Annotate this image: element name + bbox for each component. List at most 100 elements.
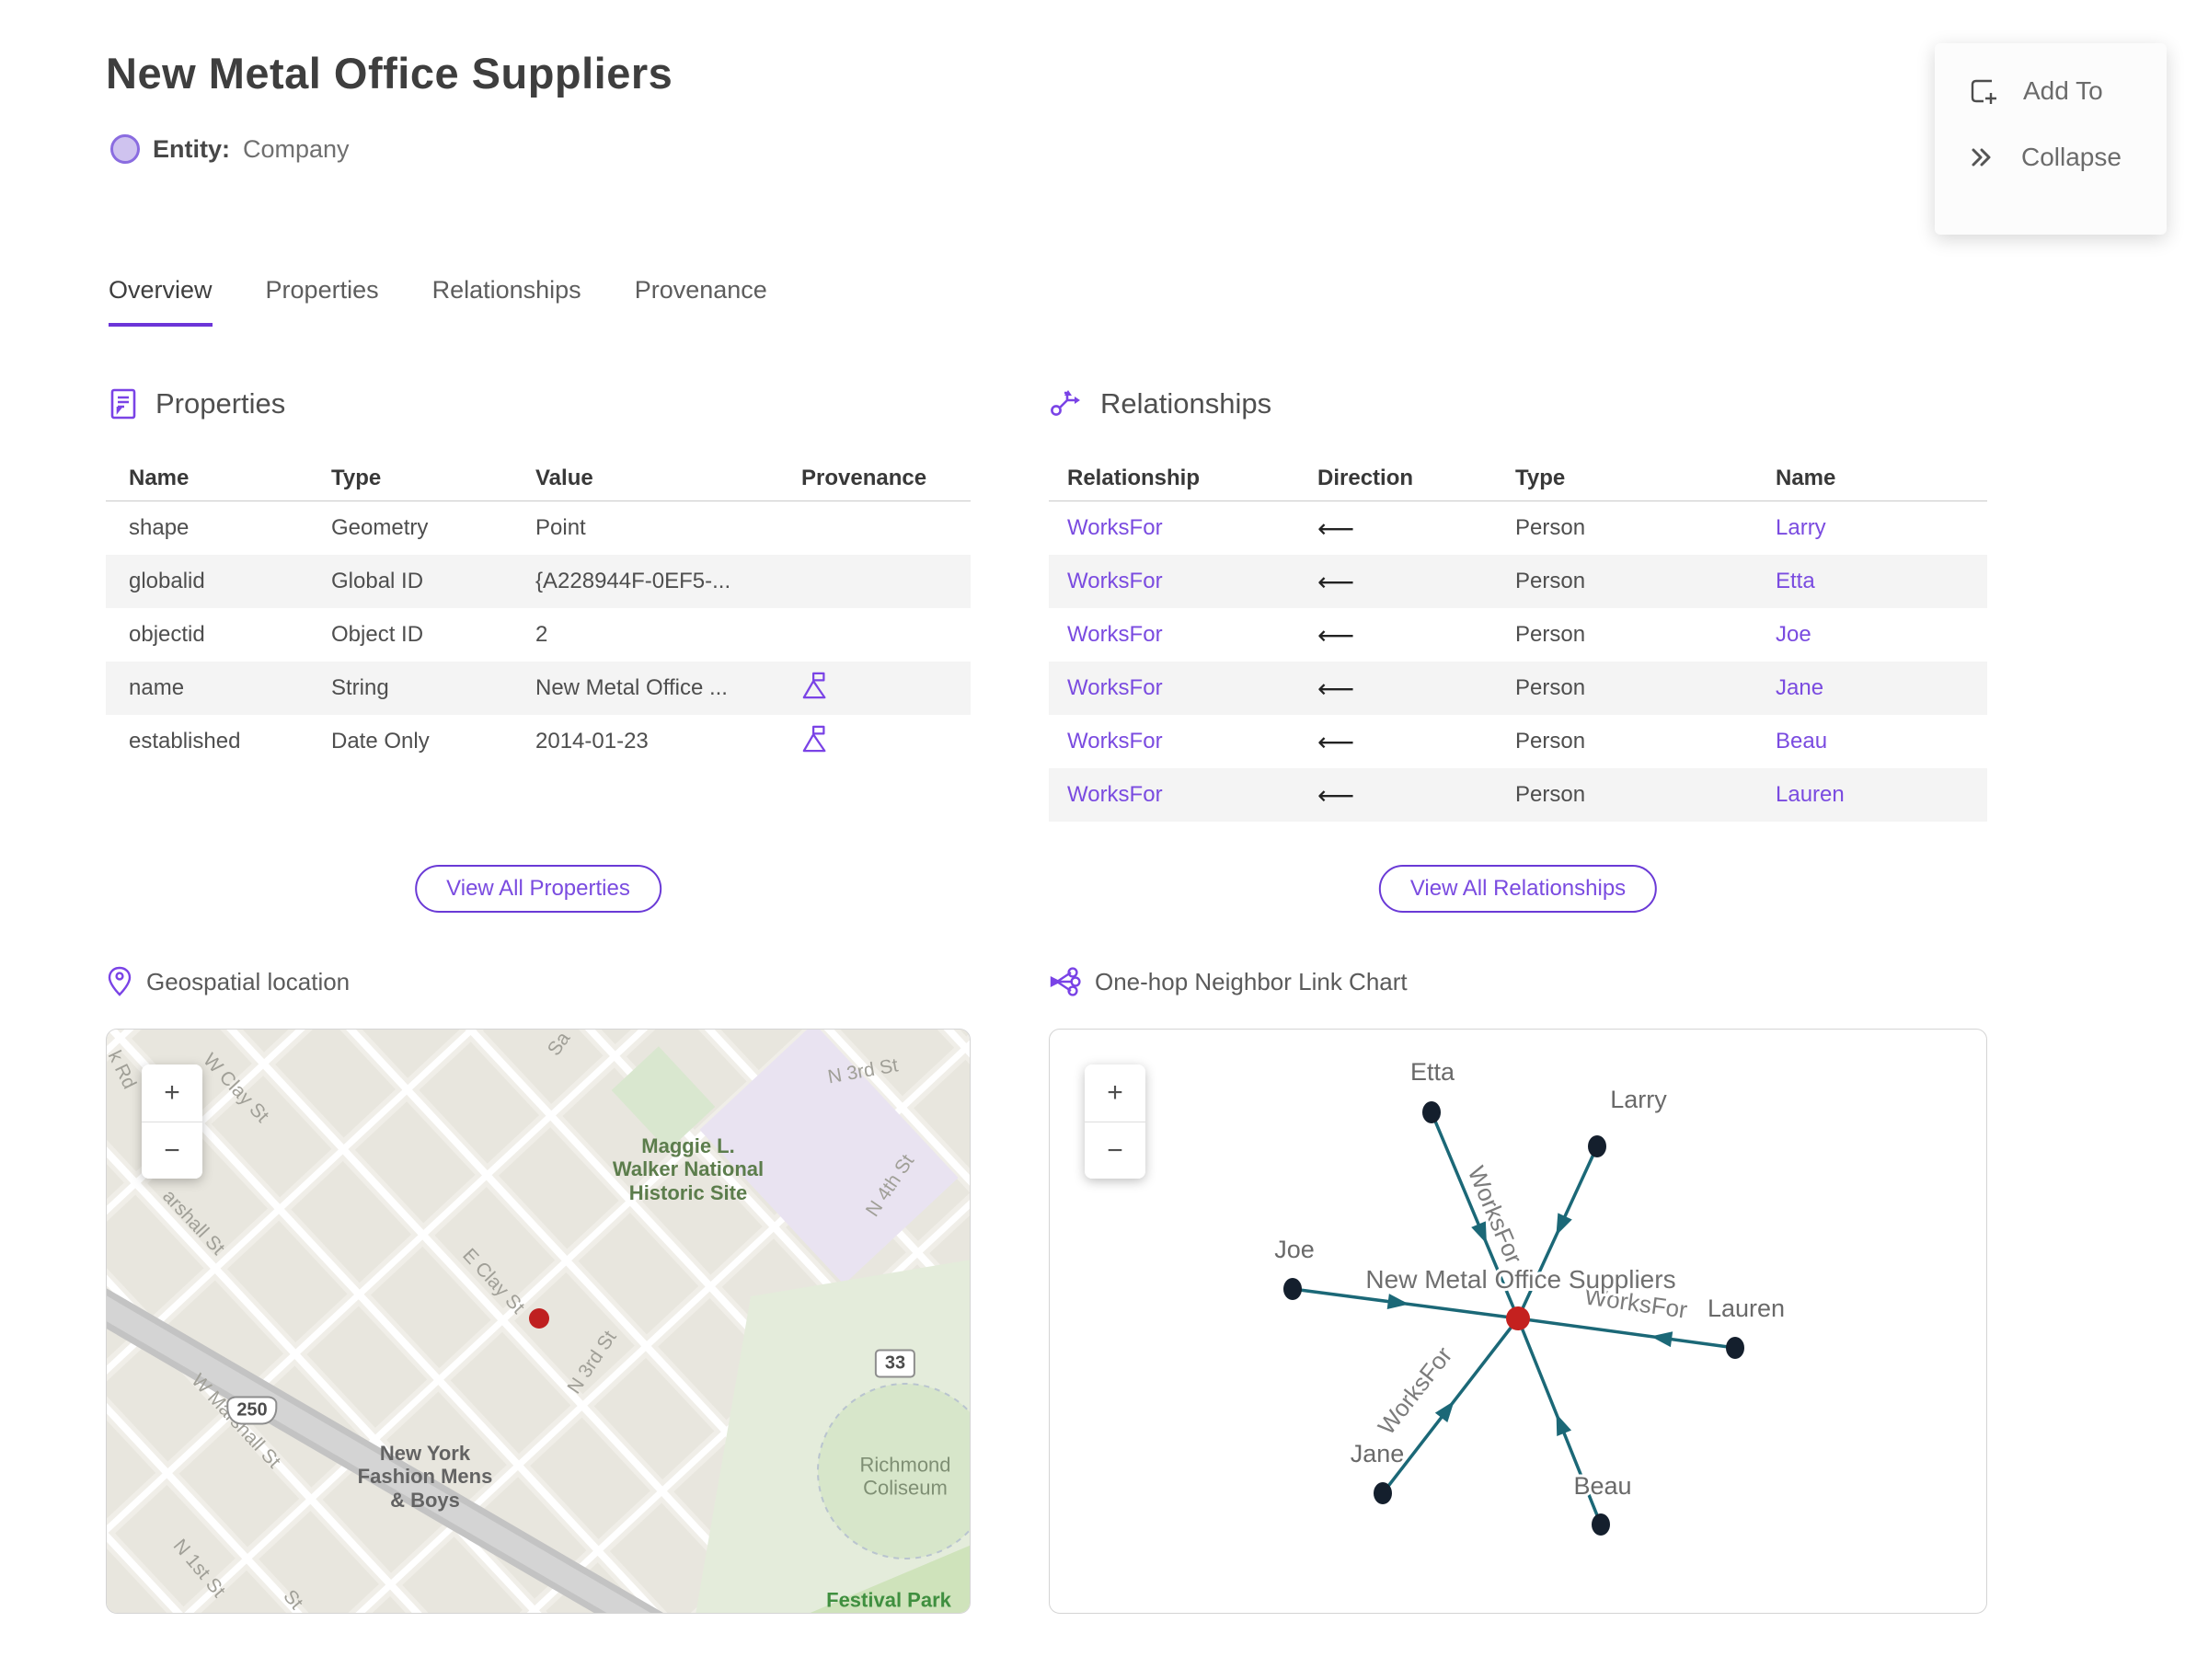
column-header: Direction	[1299, 456, 1497, 501]
name-link[interactable]: Lauren	[1776, 782, 1845, 807]
cell-provenance	[778, 662, 971, 715]
properties-table-header: Name Type Value Provenance	[106, 456, 971, 501]
edge-label: WorksFor	[1463, 1162, 1529, 1268]
table-row: WorksFor ⟵ Person Lauren	[1049, 768, 1987, 822]
chart-zoom-out-button[interactable]: −	[1085, 1122, 1145, 1179]
table-row: objectid Object ID 2	[106, 608, 971, 662]
view-all-properties-button[interactable]: View All Properties	[415, 865, 661, 913]
properties-icon	[110, 388, 136, 420]
link-chart-section-header: One-hop Neighbor Link Chart	[1049, 966, 1408, 997]
cell-name: Larry	[1757, 501, 1987, 556]
cell-direction: ⟵	[1299, 555, 1497, 608]
cell-name: Joe	[1757, 608, 1987, 662]
cell-direction: ⟵	[1299, 715, 1497, 768]
relationship-link[interactable]: WorksFor	[1067, 675, 1163, 700]
cell-direction: ⟵	[1299, 768, 1497, 822]
cell-relationship: WorksFor	[1049, 555, 1299, 608]
collapse-label: Collapse	[2021, 143, 2122, 171]
cell-type: Person	[1515, 675, 1586, 700]
provenance-flag-icon[interactable]	[801, 670, 829, 701]
map[interactable]: k Rd W Clay St Sa N 3rd St Maggie L. Walker N…	[106, 1029, 971, 1614]
cell-name: name	[129, 675, 185, 700]
name-link[interactable]: Joe	[1776, 622, 1811, 647]
cell-type: Person	[1515, 622, 1586, 647]
cell-value: 2014-01-23	[535, 729, 649, 754]
cell-value: New Metal Office ...	[535, 675, 728, 700]
column-header: Type	[1497, 456, 1757, 501]
relationships-icon	[1051, 390, 1080, 416]
cell-relationship: WorksFor	[1049, 662, 1299, 715]
cell-type: Object ID	[331, 622, 424, 647]
cell-type: Date Only	[331, 729, 430, 754]
chart-node-label: Beau	[1573, 1472, 1631, 1500]
map-zoom-in-button[interactable]: +	[142, 1064, 202, 1122]
direction-arrow-icon: ⟵	[1317, 620, 1355, 650]
direction-arrow-icon: ⟵	[1317, 727, 1355, 756]
column-header: Type	[308, 456, 512, 501]
cell-relationship: WorksFor	[1049, 768, 1299, 822]
name-link[interactable]: Larry	[1776, 515, 1826, 540]
relationship-link[interactable]: WorksFor	[1067, 515, 1163, 540]
map-zoom-out-button[interactable]: −	[142, 1122, 202, 1179]
relationships-section-title: Relationships	[1100, 387, 1272, 420]
table-row: shape Geometry Point	[106, 501, 971, 556]
table-row: globalid Global ID {A228944F-0EF5-...	[106, 555, 971, 608]
cell-value: Point	[535, 515, 586, 540]
edge-arrow-icon	[1434, 1400, 1455, 1423]
chart-node-label: Lauren	[1708, 1295, 1785, 1322]
name-link[interactable]: Etta	[1776, 569, 1815, 593]
edge-arrow-icon	[1650, 1331, 1673, 1348]
chart-center-node[interactable]	[1506, 1306, 1530, 1330]
relationship-link[interactable]: WorksFor	[1067, 622, 1163, 647]
link-chart[interactable]: WorksFor WorksFor WorksFor Etta Larry Joe Laur…	[1049, 1029, 1987, 1614]
chart-node-etta[interactable]	[1422, 1101, 1441, 1123]
map-zoom-control: + −	[142, 1064, 202, 1179]
cell-name: objectid	[129, 622, 205, 647]
add-to-label: Add To	[2023, 76, 2103, 105]
relationship-link[interactable]: WorksFor	[1067, 729, 1163, 754]
relationship-link[interactable]: WorksFor	[1067, 569, 1163, 593]
cell-value: 2	[535, 622, 548, 647]
cell-type: Person	[1515, 515, 1586, 540]
direction-arrow-icon: ⟵	[1317, 567, 1355, 596]
cell-provenance	[778, 608, 971, 662]
table-row: WorksFor ⟵ Person Jane	[1049, 662, 1987, 715]
geospatial-section-title: Geospatial location	[146, 967, 351, 995]
geospatial-section-header: Geospatial location	[106, 966, 350, 997]
chart-zoom-in-button[interactable]: +	[1085, 1064, 1145, 1122]
name-link[interactable]: Beau	[1776, 729, 1827, 754]
map-canvas	[107, 1030, 970, 1613]
edge-label: WorksFor	[1373, 1341, 1458, 1440]
cell-type: Global ID	[331, 569, 424, 593]
cell-name: established	[129, 729, 241, 754]
chart-zoom-control: + −	[1085, 1064, 1145, 1179]
chart-node-label: Jane	[1351, 1440, 1405, 1467]
cell-name: Beau	[1757, 715, 1987, 768]
provenance-flag-icon[interactable]	[801, 723, 829, 754]
cell-provenance	[778, 501, 971, 556]
cell-name: shape	[129, 515, 190, 540]
chart-node-label: Etta	[1410, 1058, 1455, 1086]
cell-direction: ⟵	[1299, 662, 1497, 715]
table-row: WorksFor ⟵ Person Beau	[1049, 715, 1987, 768]
cell-value: {A228944F-0EF5-...	[535, 569, 731, 593]
cell-type: Geometry	[331, 515, 429, 540]
relationship-link[interactable]: WorksFor	[1067, 782, 1163, 807]
chart-node-larry[interactable]	[1588, 1135, 1606, 1157]
chart-node-lauren[interactable]	[1726, 1337, 1744, 1359]
cell-name: Etta	[1757, 555, 1987, 608]
direction-arrow-icon: ⟵	[1317, 673, 1355, 703]
cell-name: Jane	[1757, 662, 1987, 715]
chart-node-beau[interactable]	[1592, 1513, 1610, 1536]
map-pin-icon	[108, 966, 132, 996]
column-header: Name	[1757, 456, 1987, 501]
edge-arrow-icon	[1471, 1221, 1487, 1244]
cell-direction: ⟵	[1299, 608, 1497, 662]
name-link[interactable]: Jane	[1776, 675, 1823, 700]
properties-table: Name Type Value Provenance shape Geometry…	[106, 456, 971, 768]
chart-node-label: Larry	[1610, 1086, 1667, 1113]
chart-node-joe[interactable]	[1283, 1278, 1302, 1300]
view-all-relationships-button[interactable]: View All Relationships	[1378, 865, 1658, 913]
link-chart-section-title: One-hop Neighbor Link Chart	[1095, 967, 1408, 995]
chart-node-jane[interactable]	[1374, 1482, 1392, 1504]
